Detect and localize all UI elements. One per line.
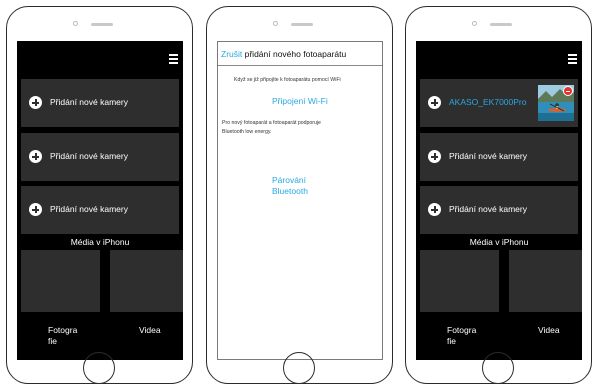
plus-circle-icon xyxy=(428,203,441,216)
add-camera-label: Přidání nové kamery xyxy=(449,151,527,161)
app-screen-camera-list: Přidání nové kamery Přidání nové kamery … xyxy=(17,41,183,360)
camera-row-akaso[interactable]: AKASO_EK7000Pro xyxy=(420,79,578,127)
photos-tile[interactable] xyxy=(420,250,499,312)
videos-label[interactable]: Videa xyxy=(538,325,560,336)
media-section-title: Média v iPhonu xyxy=(70,237,130,247)
bluetooth-instruction-line1: Pro nový fotoaparát a fotoaparát podporu… xyxy=(222,120,321,126)
videos-tile[interactable] xyxy=(110,250,183,312)
bluetooth-pair-line1: Párování xyxy=(272,175,307,185)
front-camera xyxy=(472,21,477,26)
wifi-instruction: Když se již připojíte k fotoaparátu pomo… xyxy=(234,77,341,83)
phone-frame-3: AKASO_EK7000Pro Přidání nové kamery Přid… xyxy=(405,6,592,384)
plus-circle-icon xyxy=(428,96,441,109)
add-camera-row-1[interactable]: Přidání nové kamery xyxy=(21,79,179,127)
add-camera-row-3[interactable]: Přidání nové kamery xyxy=(21,186,179,234)
home-button[interactable] xyxy=(83,352,115,384)
home-button[interactable] xyxy=(482,352,514,384)
photos-label-line2: fie xyxy=(48,336,57,346)
add-camera-label: Přidání nové kamery xyxy=(50,204,128,214)
plus-circle-icon xyxy=(29,150,42,163)
hamburger-icon[interactable] xyxy=(169,54,178,65)
add-camera-label: Přidání nové kamery xyxy=(50,97,128,107)
photos-label[interactable]: Fotogra fie xyxy=(48,325,77,347)
add-camera-label: Přidání nové kamery xyxy=(50,151,128,161)
speaker-grille xyxy=(291,23,313,26)
home-button[interactable] xyxy=(283,352,315,384)
hamburger-icon[interactable] xyxy=(568,54,577,65)
photos-label-line2: fie xyxy=(447,336,456,346)
app-screen-add-camera: Zrušit přidání nového fotoaparátu Když s… xyxy=(217,41,383,360)
bluetooth-instruction-line2: Bluetooth low energy. xyxy=(222,129,272,135)
cancel-button[interactable]: Zrušit xyxy=(221,49,242,59)
plus-circle-icon xyxy=(29,203,42,216)
add-camera-row-2[interactable]: Přidání nové kamery xyxy=(420,186,578,234)
bluetooth-pair-link[interactable]: Párování Bluetooth xyxy=(272,175,308,197)
wifi-connect-link[interactable]: Připojení Wi-Fi xyxy=(272,96,328,107)
add-camera-label: Přidání nové kamery xyxy=(449,204,527,214)
speaker-grille xyxy=(490,23,512,26)
app-screen-camera-list-connected: AKASO_EK7000Pro Přidání nové kamery Přid… xyxy=(416,41,582,360)
media-section-title: Média v iPhonu xyxy=(469,237,529,247)
add-camera-row-2[interactable]: Přidání nové kamery xyxy=(21,133,179,181)
add-camera-row-1[interactable]: Přidání nové kamery xyxy=(420,133,578,181)
phone-frame-1: Přidání nové kamery Přidání nové kamery … xyxy=(6,6,193,384)
photos-label-line1: Fotogra xyxy=(447,325,477,335)
nav-header: Zrušit přidání nového fotoaparátu xyxy=(218,42,382,66)
videos-label[interactable]: Videa xyxy=(139,325,161,336)
speaker-grille xyxy=(91,23,113,26)
bluetooth-pair-line2: Bluetooth xyxy=(272,186,308,196)
page-title: přidání nového fotoaparátu xyxy=(244,49,347,59)
camera-thumbnail[interactable] xyxy=(538,85,574,121)
camera-name-label: AKASO_EK7000Pro xyxy=(449,97,527,107)
plus-circle-icon xyxy=(428,150,441,163)
phone-frame-2: Zrušit přidání nového fotoaparátu Když s… xyxy=(206,6,393,384)
delete-minus-icon[interactable] xyxy=(563,86,573,96)
photos-label[interactable]: Fotogra fie xyxy=(447,325,476,347)
front-camera xyxy=(273,21,278,26)
bluetooth-instruction: Pro nový fotoaparát a fotoaparát podporu… xyxy=(222,119,380,137)
plus-circle-icon xyxy=(29,96,42,109)
front-camera xyxy=(73,21,78,26)
photos-label-line1: Fotogra xyxy=(48,325,78,335)
photos-tile[interactable] xyxy=(21,250,100,312)
videos-tile[interactable] xyxy=(509,250,582,312)
